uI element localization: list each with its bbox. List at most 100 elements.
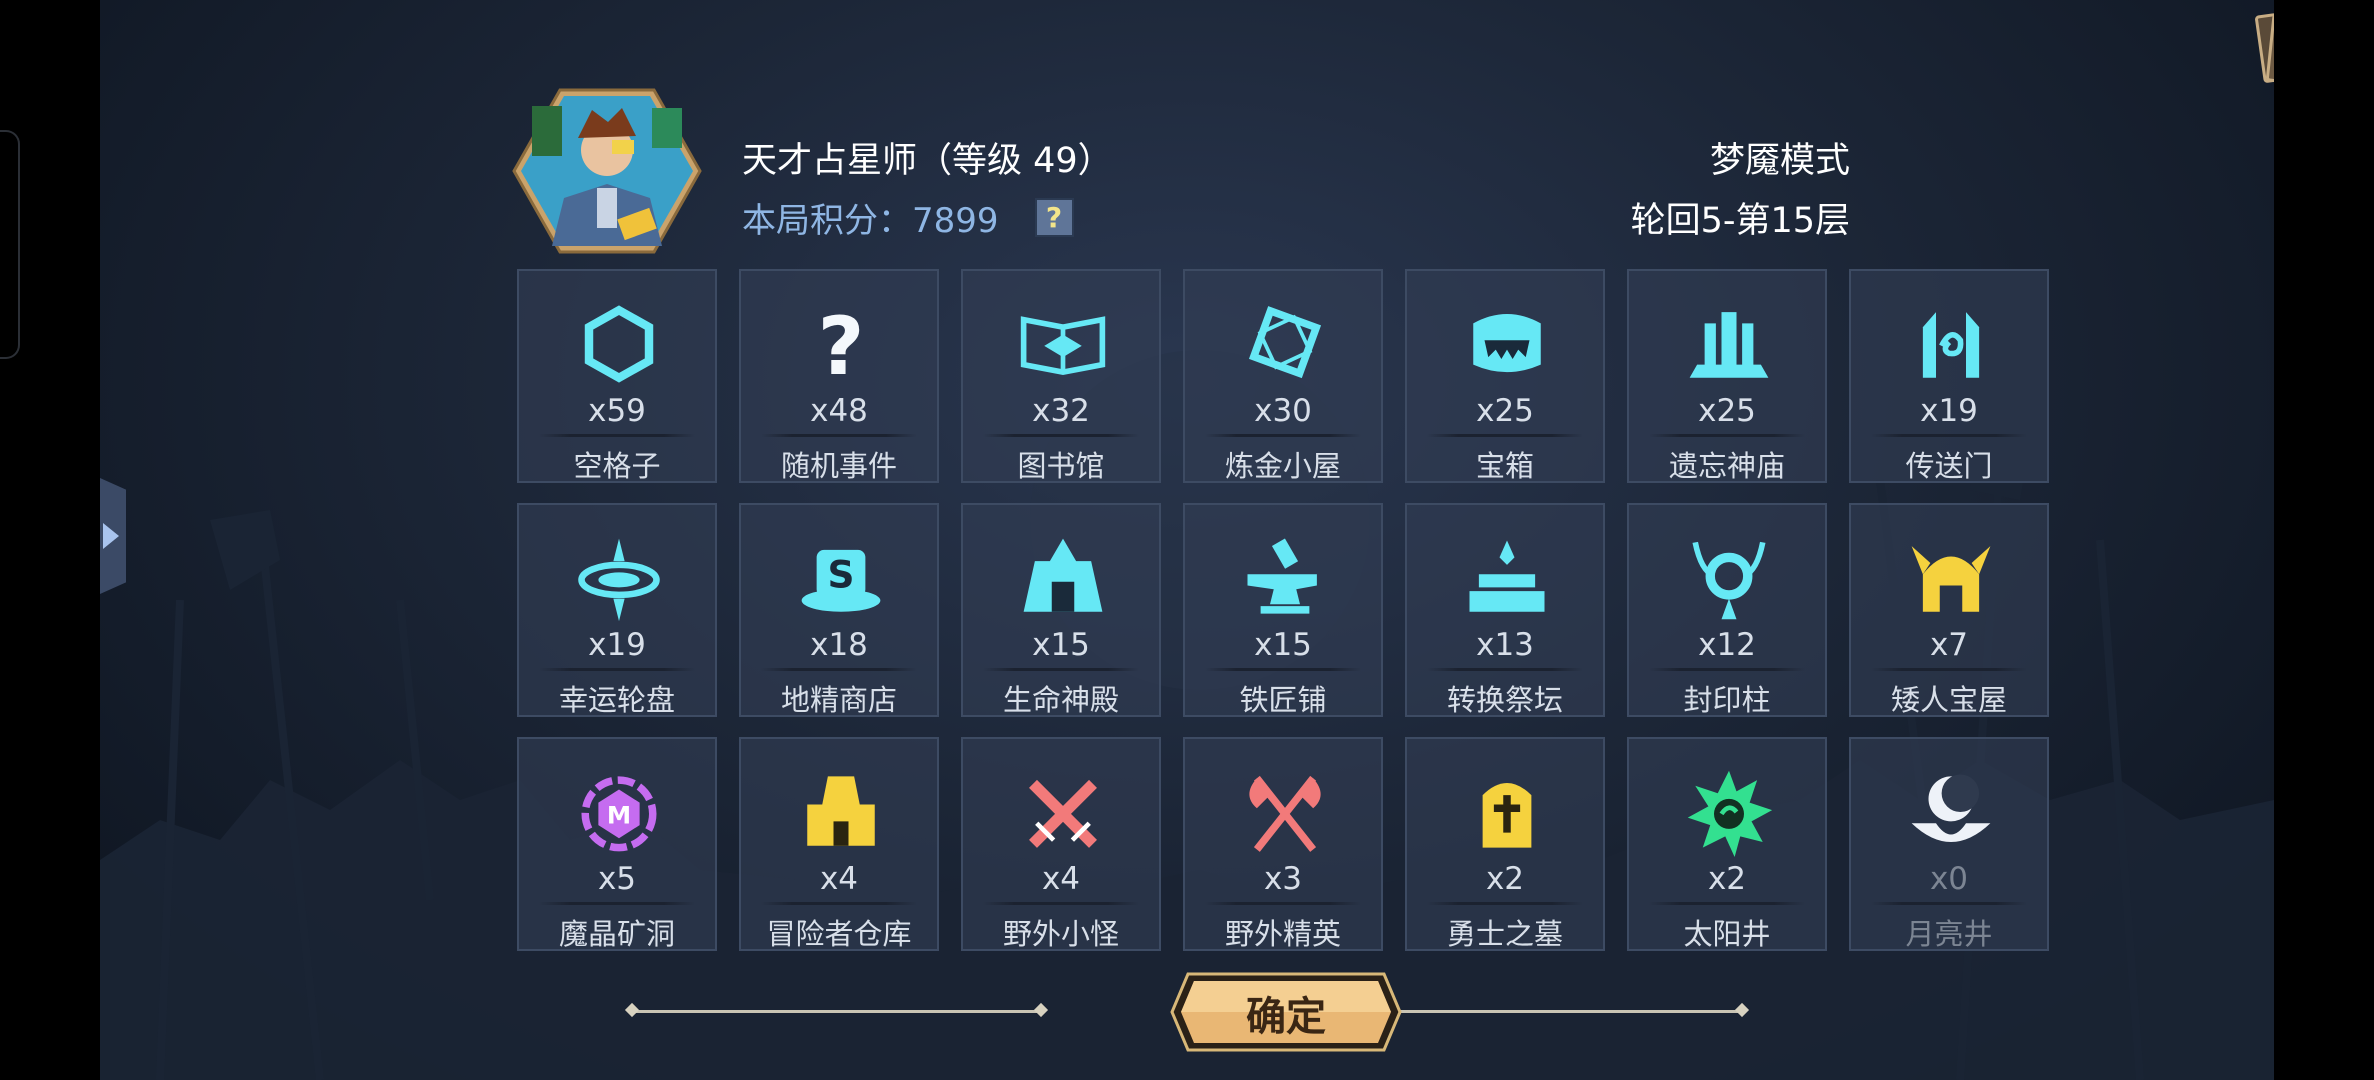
phone-edge <box>0 130 20 359</box>
altar-icon <box>1469 540 1545 612</box>
room-cell: Mx5 魔晶矿洞 <box>517 737 717 951</box>
divider-left <box>633 1010 1040 1013</box>
room-count: x19 <box>588 627 646 663</box>
life-temple-icon <box>1023 538 1103 612</box>
room-count: x25 <box>1698 393 1756 429</box>
shop-icon: S <box>801 549 881 612</box>
chevron-right-icon <box>103 523 119 549</box>
cell-divider <box>1871 434 2027 437</box>
room-name: 冒险者仓库 <box>766 917 912 951</box>
room-cell: x30 炼金小屋 <box>1183 269 1383 483</box>
room-cell: x3 野外精英 <box>1183 737 1383 951</box>
cell-divider <box>761 668 917 671</box>
card-deck-button[interactable]: ⚙ 18 <box>2254 8 2274 87</box>
chest-icon <box>1473 314 1541 373</box>
room-cell: Sx18 地精商店 <box>739 503 939 717</box>
room-name: 野外小怪 <box>1002 917 1119 951</box>
portal-icon <box>1922 312 1980 378</box>
svg-text:M: M <box>607 800 631 829</box>
room-name: 遗忘神庙 <box>1668 449 1785 483</box>
room-cell: x13 转换祭坛 <box>1405 503 1605 717</box>
alchemy-icon <box>1248 306 1322 379</box>
room-count: x13 <box>1476 627 1534 663</box>
cell-divider <box>1649 668 1805 671</box>
crystal-icon: M <box>581 776 657 852</box>
room-name: 野外精英 <box>1224 917 1341 951</box>
game-area: ⚙ 18 天才占星师（等级 49） 本局积分：7899 ? 梦魇模式 轮回5-第… <box>100 0 2274 1080</box>
room-name: 空格子 <box>573 449 661 483</box>
room-cell: x25 宝箱 <box>1405 269 1605 483</box>
room-cell: x4 冒险者仓库 <box>739 737 939 951</box>
room-name: 图书馆 <box>1017 449 1105 483</box>
room-name: 勇士之墓 <box>1446 917 1563 951</box>
room-name: 宝箱 <box>1475 449 1534 483</box>
cell-divider <box>983 902 1139 905</box>
confirm-label: 确定 <box>1246 994 1326 1040</box>
game-mode: 梦魇模式 <box>1709 141 1850 181</box>
avatar <box>512 88 702 254</box>
cell-divider <box>1427 668 1583 671</box>
cell-divider <box>1649 434 1805 437</box>
cell-divider <box>1205 434 1361 437</box>
screen: ⚙ 18 天才占星师（等级 49） 本局积分：7899 ? 梦魇模式 轮回5-第… <box>0 0 2374 1080</box>
cell-divider <box>983 434 1139 437</box>
cell-divider <box>761 434 917 437</box>
room-name: 矮人宝屋 <box>1890 683 2007 717</box>
question-icon: ? <box>818 300 865 389</box>
room-cell: x0 月亮井 <box>1849 737 2049 951</box>
cell-divider <box>1871 668 2027 671</box>
room-count: x15 <box>1254 627 1312 663</box>
help-button[interactable]: ? <box>1034 198 1074 237</box>
room-name: 地精商店 <box>780 683 897 717</box>
anvil-icon <box>1247 538 1317 614</box>
room-count: x3 <box>1263 861 1303 897</box>
cell-divider <box>983 668 1139 671</box>
confirm-button[interactable]: 确定 <box>1170 972 1402 1052</box>
cell-divider <box>761 902 917 905</box>
room-count: x4 <box>1041 861 1081 897</box>
cell-divider <box>539 434 695 437</box>
hexagon-icon <box>584 305 654 383</box>
floor-progress: 轮回5-第15层 <box>1630 201 1850 241</box>
svg-text:?: ? <box>818 300 865 389</box>
room-cell: x59 空格子 <box>517 269 717 483</box>
room-count: x25 <box>1476 393 1534 429</box>
player-name: 天才占星师（等级 49） <box>742 141 1113 181</box>
room-count: x4 <box>819 861 859 897</box>
helmet-icon <box>1911 546 1991 612</box>
cell-divider <box>1205 668 1361 671</box>
svg-text:S: S <box>827 552 854 596</box>
room-count: x30 <box>1254 393 1312 429</box>
side-panel-toggle[interactable] <box>100 478 126 594</box>
cell-divider <box>1427 434 1583 437</box>
room-cell: x12 封印柱 <box>1627 503 1827 717</box>
room-count: x7 <box>1929 627 1969 663</box>
room-cell: x19 幸运轮盘 <box>517 503 717 717</box>
cell-divider <box>1427 902 1583 905</box>
room-name: 传送门 <box>1905 449 1993 483</box>
book-icon <box>1020 316 1106 375</box>
moon-icon <box>1911 774 1991 842</box>
cell-divider <box>1205 902 1361 905</box>
room-count: x5 <box>597 861 637 897</box>
castle-icon <box>807 776 875 846</box>
room-name: 太阳井 <box>1683 917 1771 951</box>
room-cell: x25 遗忘神庙 <box>1627 269 1827 483</box>
room-cell: x15 铁匠铺 <box>1183 503 1383 717</box>
room-count: x19 <box>1920 393 1978 429</box>
score-row: 本局积分：7899 ? <box>742 193 1074 242</box>
swords-icon <box>1029 779 1097 848</box>
room-name: 铁匠铺 <box>1239 683 1327 717</box>
cell-divider <box>539 668 695 671</box>
room-name: 生命神殿 <box>1002 683 1119 717</box>
room-cell: x19 传送门 <box>1849 269 2049 483</box>
score-text: 本局积分：7899 <box>742 201 999 241</box>
room-name: 幸运轮盘 <box>558 683 675 717</box>
room-count: x48 <box>810 393 868 429</box>
cell-divider <box>1649 902 1805 905</box>
room-count: x15 <box>1032 627 1090 663</box>
room-count: x18 <box>810 627 868 663</box>
room-name: 转换祭坛 <box>1446 683 1563 717</box>
axes-icon <box>1249 775 1321 852</box>
room-cell: x7 矮人宝屋 <box>1849 503 2049 717</box>
